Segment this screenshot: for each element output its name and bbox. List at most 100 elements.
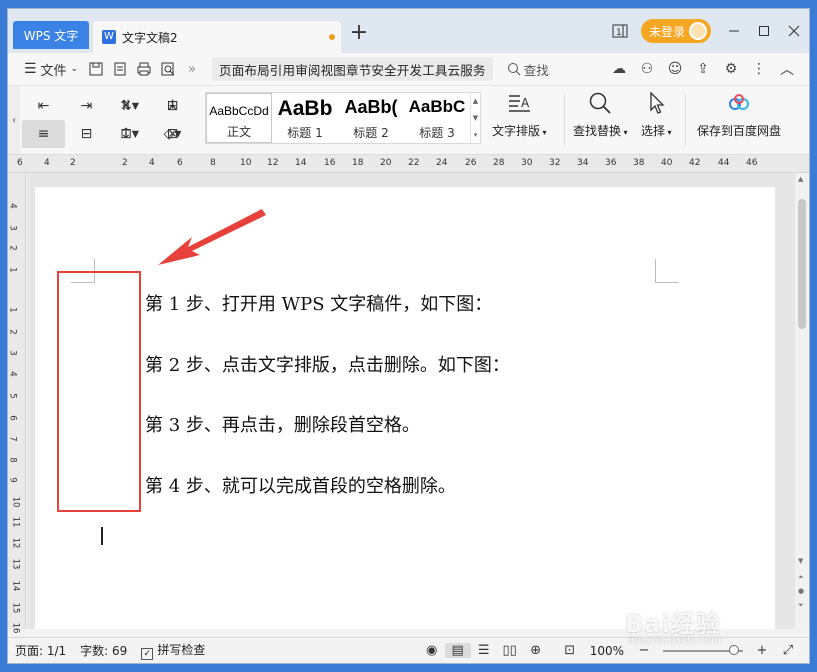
share-icon[interactable]: ⇪ — [689, 61, 717, 77]
select-browse-icon[interactable]: ● — [798, 587, 804, 595]
style-sample: AaBb — [277, 97, 333, 120]
tab-document[interactable]: W 文字文稿2 — [93, 21, 341, 53]
ruler-tick-label: 16 — [10, 622, 21, 634]
chevron-up-icon[interactable]: ▲ — [473, 97, 478, 105]
ruler-tick-label: 3 — [7, 350, 18, 356]
scroll-up-icon[interactable]: ▲ — [798, 175, 803, 183]
document-page[interactable]: 第 1 步、打开用 WPS 文字稿件，如下图： 第 2 步、点击文字排版，点击删… — [35, 187, 775, 629]
save-baidu-button[interactable]: 保存到百度网盘 — [697, 90, 781, 150]
watermark-sub: jingyan.baidu.com — [628, 635, 721, 646]
style-heading-2[interactable]: AaBb( 标题 2 — [338, 93, 404, 143]
minimize-icon[interactable] — [719, 19, 749, 43]
comment-icon[interactable]: ☺ — [661, 61, 689, 77]
ruler-tick-label: 18 — [352, 158, 364, 168]
spellcheck-label: 拼写检查 — [157, 643, 206, 657]
scroll-down-icon[interactable]: ▼ — [798, 557, 803, 565]
vertical-scrollbar[interactable]: ▲ ▼ ⏶ ● ⏷ — [795, 173, 809, 629]
page-view-icon[interactable]: ▤ — [444, 643, 471, 658]
select-button[interactable]: 选择 ▾ — [641, 90, 672, 150]
style-normal[interactable]: AaBbCcDd 正文 — [206, 93, 272, 143]
fit-page-icon[interactable]: ⊡ — [557, 643, 583, 658]
zoom-in-icon[interactable]: + — [749, 643, 775, 658]
ruler-tick-label: 16 — [324, 158, 336, 168]
fullscreen-icon[interactable]: ⤢ — [775, 643, 801, 658]
new-tab-button[interactable]: + — [348, 22, 370, 45]
chevron-down-icon[interactable]: ▼ — [473, 114, 478, 122]
collapse-ribbon-icon[interactable]: ︿ — [773, 59, 801, 79]
web-view-icon[interactable]: ⊕ — [523, 643, 549, 658]
align-justify-icon[interactable]: ≡ — [22, 120, 65, 148]
word-count[interactable]: 字数: 69 — [73, 642, 134, 659]
style-heading-1[interactable]: AaBb 标题 1 — [272, 93, 338, 143]
table-icon[interactable]: ⊠ — [151, 120, 194, 148]
export-pdf-icon[interactable] — [108, 57, 132, 81]
sort-icon[interactable]: ⇅▾ — [108, 92, 151, 120]
document-canvas[interactable]: 第 1 步、打开用 WPS 文字稿件，如下图： 第 2 步、点击文字排版，点击删… — [27, 173, 795, 629]
more-quick-icon[interactable]: » — [180, 57, 204, 81]
baidu-netdisk-icon — [726, 90, 752, 122]
increase-indent-icon[interactable]: ⇥ — [65, 92, 108, 120]
scrollbar-thumb[interactable] — [798, 199, 806, 329]
paragraph[interactable]: 第 1 步、打开用 WPS 文字稿件，如下图： — [145, 290, 492, 316]
horizontal-ruler[interactable]: 6 4 2 2 4 6 8 10 12 14 16 18 20 22 24 26 28 30 32 34 36 38 40 4… — [8, 155, 809, 173]
style-name: 正文 — [226, 125, 251, 139]
vertical-ruler[interactable]: 4 3 2 1 1 2 3 4 5 6 7 8 9 10 11 12 13 14 15 16 — [7, 173, 26, 633]
find-replace-button[interactable]: 查找替换 ▾ — [573, 90, 628, 150]
settings-icon[interactable]: ⚙ — [717, 61, 745, 77]
ruler-tick-label: 30 — [521, 158, 533, 168]
ruler-tick-label: 14 — [295, 158, 307, 168]
spellcheck-toggle[interactable]: ✓ 拼写检查 — [134, 641, 212, 660]
collaborate-icon[interactable]: ⚇ — [633, 61, 661, 77]
ruler-tick-label: 10 — [10, 496, 21, 508]
cloud-sync-icon[interactable]: ☁ — [605, 61, 633, 77]
decrease-indent-icon[interactable]: ⇤ — [22, 92, 65, 120]
reading-view-icon[interactable]: ▯▯ — [497, 643, 523, 658]
menu-tabs-label[interactable]: 页面布局引用审阅视图章节安全开发工具云服务 — [216, 60, 489, 79]
expand-gallery-icon[interactable]: ▾ — [474, 131, 478, 139]
typeset-label: 文字排版 — [492, 124, 541, 138]
search-icon — [507, 63, 521, 76]
style-heading-3[interactable]: AaBbC 标题 3 — [404, 93, 470, 143]
svg-text:A: A — [521, 96, 530, 110]
ruler-tick-label: 44 — [718, 158, 730, 168]
page-count[interactable]: 页面: 1/1 — [8, 642, 73, 659]
next-page-icon[interactable]: ⏷ — [798, 601, 804, 610]
show-marks-icon[interactable]: ⊞ — [151, 92, 194, 120]
search-box[interactable]: 查找 — [507, 60, 549, 79]
style-gallery-scroller[interactable]: ▲ ▼ ▾ — [470, 93, 480, 143]
ruler-tick-label: 40 — [661, 158, 673, 168]
checkbox-icon: ✓ — [141, 648, 154, 660]
tab-wps-home[interactable]: WPS 文字 — [13, 21, 89, 49]
zoom-slider[interactable] — [663, 644, 743, 655]
file-menu[interactable]: ☰ 文件 ⌄ — [18, 57, 84, 81]
maximize-icon[interactable] — [749, 19, 779, 43]
prev-page-icon[interactable]: ⏶ — [798, 573, 804, 582]
find-replace-label: 查找替换 — [573, 124, 622, 138]
zoom-level[interactable]: 100% — [583, 644, 631, 658]
print-icon[interactable] — [132, 57, 156, 81]
more-options-icon[interactable]: ⋮ — [745, 61, 773, 77]
window-mode-icon[interactable]: 1 — [605, 19, 635, 43]
border-icon[interactable]: ⊡▾ — [108, 120, 151, 148]
avatar-icon — [689, 22, 707, 40]
close-icon[interactable] — [779, 19, 809, 43]
login-button[interactable]: 未登录 — [640, 19, 711, 43]
outline-view-icon[interactable]: ☰ — [471, 643, 497, 658]
paragraph[interactable]: 第 4 步、就可以完成首段的空格删除。 — [145, 472, 456, 498]
ruler-tick-label: 24 — [436, 158, 448, 168]
ruler-tick-label: 7 — [7, 436, 18, 442]
distribute-icon[interactable]: ⊟ — [65, 120, 108, 148]
save-icon[interactable] — [84, 57, 108, 81]
ribbon-scroll-left-icon[interactable]: ‹ — [8, 86, 20, 154]
print-preview-icon[interactable] — [156, 57, 180, 81]
view-controls: ◉ ▤ ☰ ▯▯ ⊕ ⊡ 100% − + ⤢ — [419, 643, 809, 658]
eye-protection-icon[interactable]: ◉ — [419, 643, 445, 658]
style-name: 标题 2 — [353, 126, 389, 140]
paragraph[interactable]: 第 3 步、再点击，删除段首空格。 — [145, 411, 420, 437]
typeset-icon: A — [506, 90, 532, 122]
typeset-button[interactable]: A 文字排版 ▾ — [492, 90, 547, 150]
paragraph[interactable]: 第 2 步、点击文字排版，点击删除。如下图： — [145, 351, 510, 377]
ruler-tick-label: 2 — [122, 158, 128, 168]
menu-bar: ☰ 文件 ⌄ » ‹ 页面布局引用审阅视图章节安全开发工具云服务 › 查找 ☁ … — [8, 53, 809, 264]
zoom-slider-knob[interactable] — [729, 644, 739, 655]
